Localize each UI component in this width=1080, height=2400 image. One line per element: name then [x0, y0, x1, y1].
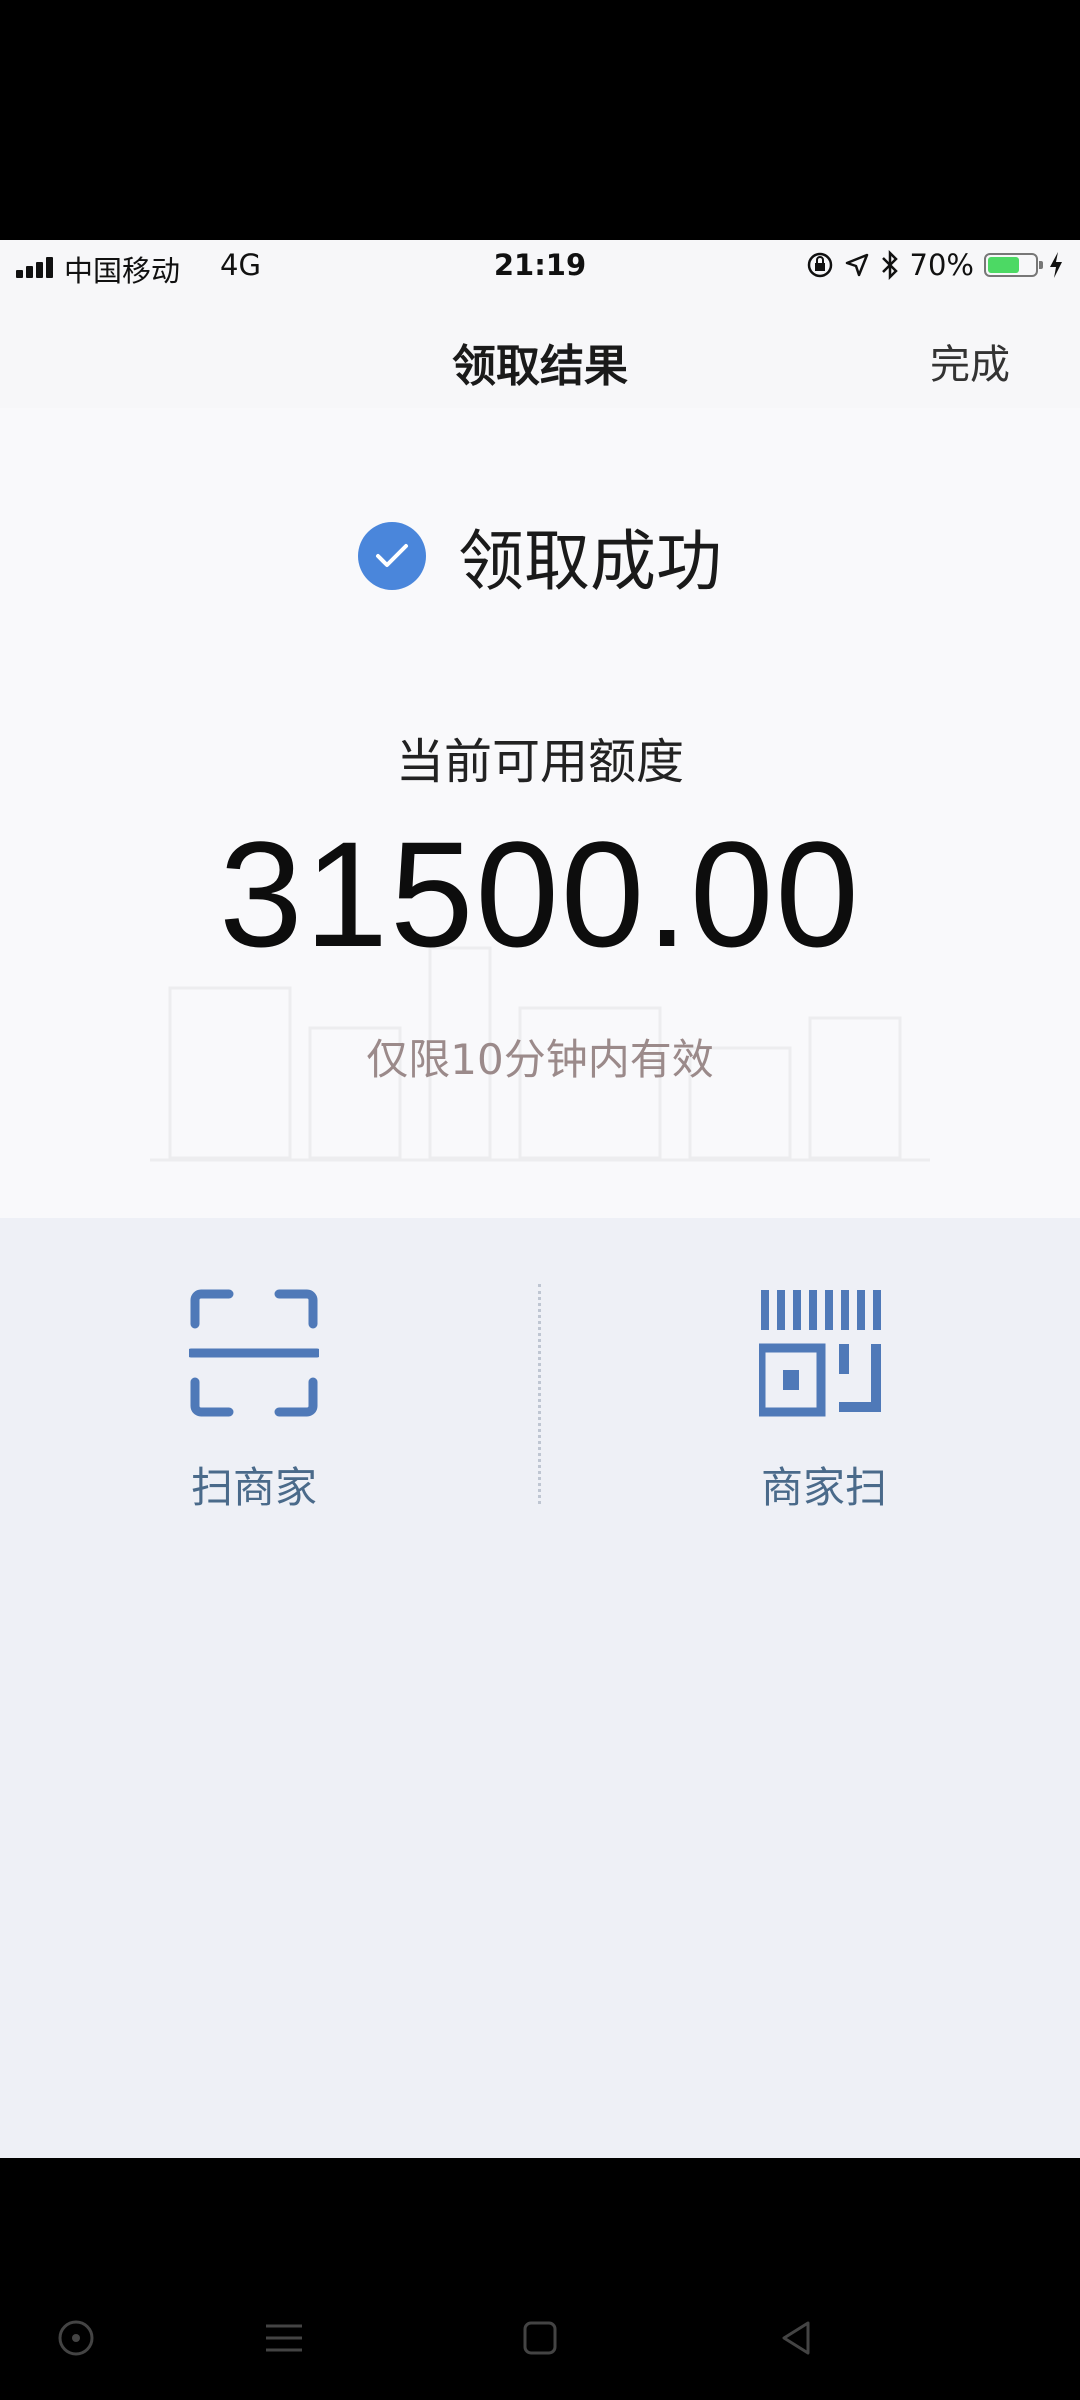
charging-icon	[1050, 252, 1062, 278]
merchant-scan-label: 商家扫	[760, 1463, 887, 1512]
status-bar: 中国移动 4G 21:19 70%	[0, 240, 1080, 296]
credit-label: 当前可用额度	[395, 734, 684, 790]
done-button[interactable]: 完成	[930, 332, 1010, 390]
location-icon	[845, 253, 868, 277]
scan-merchant-button[interactable]: 扫商家	[124, 1288, 384, 1515]
menu-icon[interactable]	[254, 2308, 314, 2368]
battery-fill	[988, 257, 1019, 273]
rotation-lock-icon	[807, 252, 832, 278]
bluetooth-icon	[881, 250, 898, 280]
top-black-bar	[0, 0, 1080, 240]
barcode-qr-icon	[759, 1290, 881, 1417]
page-title: 领取结果	[452, 341, 628, 392]
back-triangle-icon[interactable]	[766, 2308, 826, 2368]
battery-percent: 70%	[909, 248, 974, 282]
credit-amount: 31500.00	[219, 810, 861, 978]
result-panel: 领取成功 当前可用额度 31500.00 仅限10分钟内有效	[0, 408, 1080, 1218]
scan-merchant-label: 扫商家	[190, 1463, 317, 1512]
validity-note: 仅限10分钟内有效	[366, 1035, 714, 1084]
circle-button-icon[interactable]	[46, 2308, 106, 2368]
system-navigation-bar	[0, 2158, 1080, 2400]
success-row: 领取成功	[0, 508, 1080, 604]
scan-frame-icon	[189, 1289, 319, 1417]
merchant-scan-button[interactable]: 商家扫	[694, 1288, 954, 1515]
status-right-group: 70%	[806, 248, 1064, 282]
app-screen: 中国移动 4G 21:19 70% 领取结果 完成 领取成功 当前可用额度 31…	[0, 240, 1080, 2158]
check-circle-icon	[358, 522, 426, 590]
navigation-bar: 领取结果 完成	[0, 296, 1080, 408]
action-panel: 扫商家 商家扫	[0, 1218, 1080, 2158]
home-square-icon[interactable]	[510, 2308, 570, 2368]
success-status: 领取成功	[458, 523, 722, 600]
action-divider	[538, 1284, 541, 1504]
battery-icon	[984, 253, 1043, 277]
